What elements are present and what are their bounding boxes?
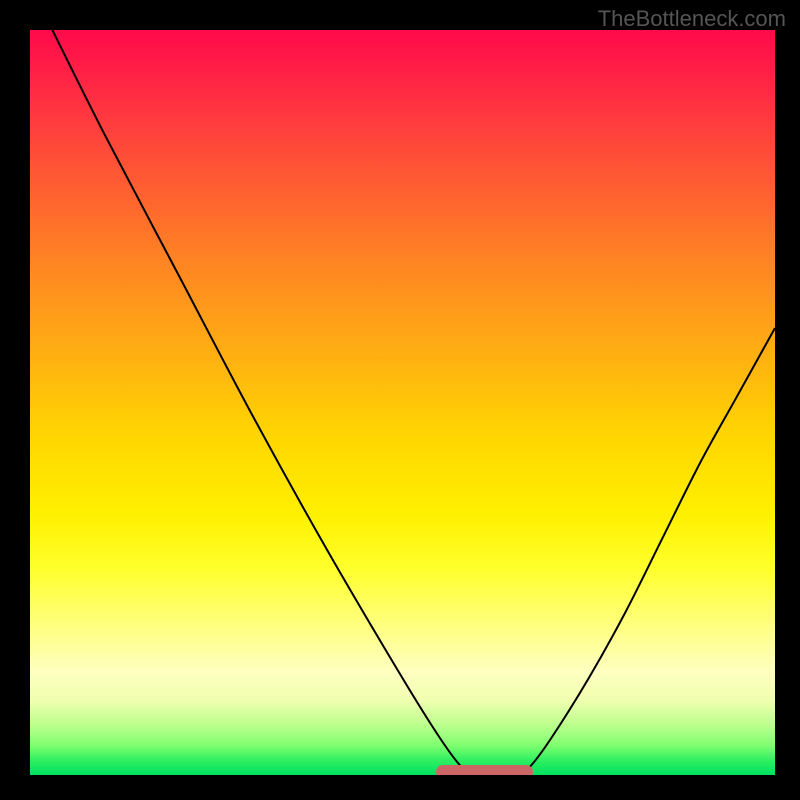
optimal-range-marker — [436, 765, 533, 775]
chart-plot-area — [30, 30, 775, 775]
watermark-text: TheBottleneck.com — [598, 6, 786, 32]
chart-gradient-background — [30, 30, 775, 775]
